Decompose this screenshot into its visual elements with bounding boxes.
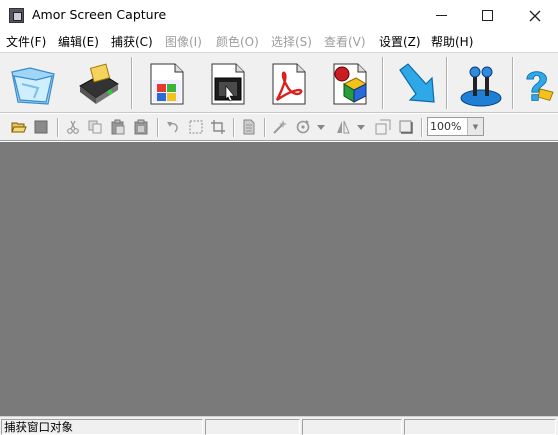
status-bar: 捕获窗口对象 (0, 416, 558, 435)
magic-wand-icon (273, 120, 287, 134)
status-pane-3 (302, 419, 402, 435)
select-button[interactable] (187, 118, 205, 136)
main-toolbar (0, 52, 558, 113)
rotate-button[interactable] (294, 118, 312, 136)
toolbar-separator (131, 57, 133, 109)
undo-button[interactable] (164, 118, 182, 136)
maximize-icon (481, 10, 493, 21)
edit-toolbar: 100% ▼ (0, 114, 558, 141)
capture-pdf-icon (272, 63, 306, 104)
rotate-icon (296, 120, 310, 134)
menu-help[interactable]: 帮助(H) (431, 33, 473, 50)
paste-new-icon (134, 119, 148, 135)
capture-object-icon (211, 63, 245, 104)
select-icon (189, 120, 203, 134)
menu-select[interactable]: 选择(S) (271, 33, 312, 50)
image-canvas[interactable] (0, 142, 558, 416)
capture-3d-button[interactable] (319, 56, 377, 111)
menu-view[interactable]: 查看(V) (324, 33, 366, 50)
title-bar[interactable]: Amor Screen Capture (0, 0, 558, 31)
status-pane-2 (205, 419, 300, 435)
settings-button[interactable] (452, 56, 510, 111)
menu-capture[interactable]: 捕获(C) (111, 33, 153, 50)
menu-file[interactable]: 文件(F) (6, 33, 46, 50)
close-icon (529, 10, 541, 21)
menu-image[interactable]: 图像(I) (165, 33, 202, 50)
open-folder-icon (11, 66, 55, 105)
close-button[interactable] (512, 0, 558, 31)
zoom-value: 100% (430, 120, 462, 133)
capture-object-button[interactable] (197, 56, 255, 111)
flip-dropdown-icon (357, 125, 365, 130)
zoom-select[interactable]: 100% ▼ (427, 117, 484, 136)
menu-color[interactable]: 颜色(O) (216, 33, 259, 50)
minimize-icon (435, 14, 447, 17)
page-button[interactable] (240, 118, 258, 136)
toolbar-separator (446, 57, 448, 109)
app-icon[interactable] (9, 8, 24, 23)
frame-icon (399, 120, 413, 134)
menu-bar: 文件(F) 编辑(E) 捕获(C) 图像(I) 颜色(O) 选择(S) 查看(V… (0, 31, 558, 51)
menu-settings[interactable]: 设置(Z) (379, 33, 421, 50)
copy-button[interactable] (86, 118, 104, 136)
joystick-icon (460, 66, 502, 106)
scanner-capture-icon (79, 63, 119, 104)
crop-icon (211, 120, 225, 134)
stop-button[interactable] (32, 118, 50, 136)
crop-button[interactable] (209, 118, 227, 136)
toolbar-separator (57, 118, 59, 137)
paste-button[interactable] (109, 118, 127, 136)
maximize-button[interactable] (464, 0, 510, 31)
paste-new-button[interactable] (132, 118, 150, 136)
capture-pdf-button[interactable] (258, 56, 316, 111)
toolbar-separator (264, 118, 266, 137)
capture-window-button[interactable] (136, 56, 194, 111)
resize-button[interactable] (374, 118, 392, 136)
undo-icon (167, 122, 178, 133)
rotate-dropdown[interactable] (315, 118, 327, 136)
frame-button[interactable] (397, 118, 415, 136)
status-pane-4 (404, 419, 556, 435)
flip-dropdown[interactable] (355, 118, 367, 136)
flip-button[interactable] (334, 118, 352, 136)
cut-button[interactable] (64, 118, 82, 136)
flip-icon (337, 120, 350, 134)
capture-3d-icon (333, 63, 368, 104)
status-text: 捕获窗口对象 (1, 419, 203, 435)
magic-wand-button[interactable] (271, 118, 289, 136)
resize-icon (375, 119, 391, 135)
toolbar-separator (512, 57, 514, 109)
toolbar-separator (421, 118, 423, 137)
rotate-dropdown-icon (317, 125, 325, 130)
window-title: Amor Screen Capture (32, 7, 167, 22)
minimize-button[interactable] (418, 0, 464, 31)
toolbar-separator (157, 118, 159, 137)
scan-button[interactable] (68, 56, 126, 111)
open-button[interactable] (4, 56, 62, 111)
open-icon (11, 122, 27, 133)
stop-icon (34, 120, 48, 134)
copy-icon (88, 120, 102, 134)
capture-window-icon (150, 63, 184, 104)
page-icon (243, 119, 255, 135)
menu-edit[interactable]: 编辑(E) (58, 33, 99, 50)
chevron-down-icon[interactable]: ▼ (467, 118, 483, 135)
paste-icon (111, 119, 125, 135)
export-button[interactable] (387, 56, 445, 111)
open-small-button[interactable] (10, 118, 28, 136)
toolbar-separator (382, 57, 384, 109)
cut-icon (67, 120, 79, 134)
toolbar-separator (233, 118, 235, 137)
help-button[interactable] (517, 56, 558, 111)
help-icon (526, 70, 554, 101)
arrow-down-right-icon (399, 62, 435, 103)
